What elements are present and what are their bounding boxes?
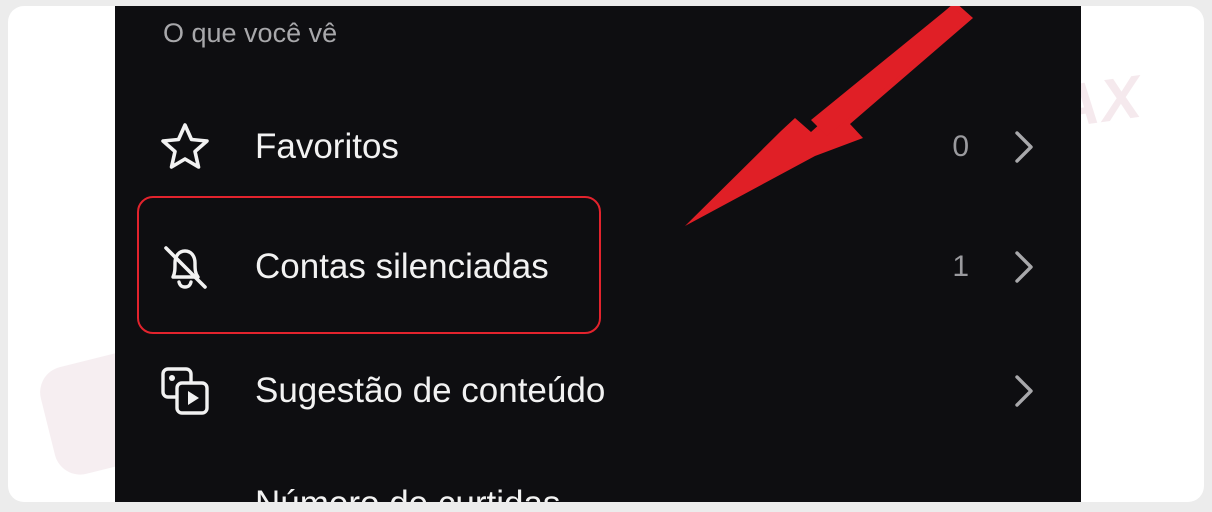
chevron-right-icon: [1015, 131, 1033, 163]
menu-item-count: 0: [952, 130, 969, 163]
menu-item-label: Favoritos: [255, 127, 399, 166]
screenshot-frame: PULSOMAX PULSOMAX O que você vê Favorito…: [8, 6, 1204, 502]
phone-screen: O que você vê Favoritos 0 Contas silenci…: [115, 6, 1081, 502]
menu-item-sugestao-de-conteudo[interactable]: Sugestão de conteúdo: [115, 346, 1081, 436]
chevron-right-icon: [1015, 251, 1033, 283]
section-title: O que você vê: [163, 18, 338, 48]
menu-item-favoritos[interactable]: Favoritos 0: [115, 102, 1081, 192]
content-suggestion-icon: [161, 367, 209, 415]
highlight-box: [137, 196, 601, 334]
menu-item-partial-label[interactable]: Número de curtidas: [255, 484, 560, 502]
menu-item-label: Sugestão de conteúdo: [255, 371, 606, 410]
star-icon: [161, 123, 209, 169]
chevron-right-icon: [1015, 375, 1033, 407]
menu-item-count: 1: [952, 250, 969, 283]
